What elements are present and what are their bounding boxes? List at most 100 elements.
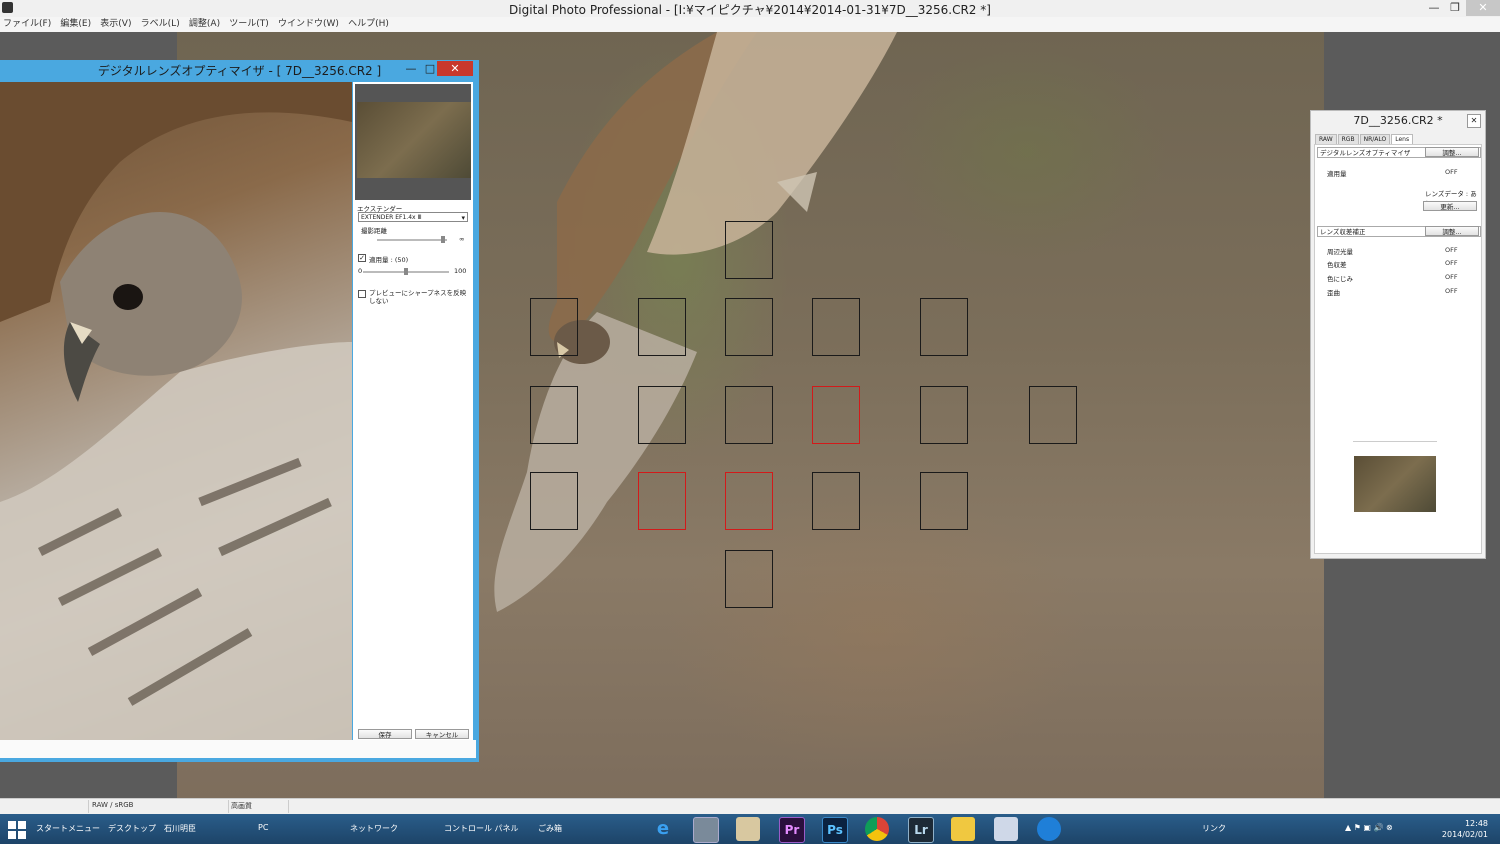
palette-close-button[interactable]: ✕ (1467, 114, 1481, 128)
dlo-adjust-button[interactable]: 調整... (1425, 147, 1479, 157)
folder-icon[interactable] (951, 817, 975, 841)
zoom-preview[interactable] (0, 82, 352, 740)
distance-infinity: ∞ (459, 235, 465, 243)
sharpness-label: プレビューにシャープネスを反映しない (369, 289, 467, 305)
amount-label: 適用量 : (50) (369, 256, 409, 264)
af-point (725, 550, 773, 608)
af-point (725, 386, 773, 444)
dpp-icon[interactable] (693, 817, 719, 843)
af-point (920, 472, 968, 530)
color-blur-value: OFF (1445, 273, 1458, 281)
quality-status: 高画質 (231, 802, 252, 810)
palette-thumbnail[interactable] (1353, 441, 1437, 520)
af-point (920, 298, 968, 356)
aberration-section-title: レンズ収差補正 (1320, 228, 1366, 236)
status-bar: RAW / sRGB 高画質 (0, 798, 1500, 815)
af-point-active (638, 472, 686, 530)
desktop-link[interactable]: デスクトップ (108, 823, 156, 834)
amount-row-label: 適用量 (1327, 170, 1347, 178)
windows-logo-icon[interactable] (8, 821, 26, 839)
lightroom-icon[interactable]: Lr (908, 817, 934, 843)
cancel-button[interactable]: キャンセル (415, 729, 469, 739)
menu-tools[interactable]: ツール(T) (226, 17, 272, 31)
af-point (725, 221, 773, 279)
dialog-statusbar (0, 740, 476, 758)
user-folder-link[interactable]: 石川明臣 (164, 823, 196, 834)
amount-slider-handle[interactable] (404, 268, 408, 275)
af-point-active (725, 472, 773, 530)
distortion-value: OFF (1445, 287, 1458, 295)
tray-icons[interactable]: ▲ ⚑ ▣ 🔊 ⊗ (1345, 823, 1393, 832)
af-point (530, 386, 578, 444)
paint-icon[interactable] (994, 817, 1018, 841)
window-titlebar: Digital Photo Professional - [I:¥マイピクチャ¥… (0, 0, 1500, 18)
photoshop-icon[interactable]: Ps (822, 817, 848, 843)
af-point (638, 298, 686, 356)
explorer-icon[interactable] (736, 817, 760, 841)
lens-optimizer-dialog: デジタルレンズオプティマイザ - [ 7D__3256.CR2 ] — □ ✕ … (0, 60, 479, 762)
control-panel-link[interactable]: コントロール パネル (444, 823, 519, 834)
menu-help[interactable]: ヘルプ(H) (345, 17, 392, 31)
minimize-button[interactable]: — (1423, 0, 1445, 16)
trash-link[interactable]: ごみ箱 (538, 823, 562, 834)
chrome-icon[interactable] (865, 817, 889, 841)
network-link[interactable]: ネットワーク (350, 823, 398, 834)
save-button[interactable]: 保存 (358, 729, 412, 739)
maximize-button[interactable]: ❐ (1444, 0, 1466, 16)
ie-icon[interactable]: e (651, 817, 675, 841)
menu-view[interactable]: 表示(V) (97, 17, 134, 31)
af-point (812, 472, 860, 530)
amount-max: 100 (454, 267, 467, 275)
close-button[interactable]: ✕ (1466, 0, 1500, 16)
chevron-down-icon: ▾ (461, 214, 465, 222)
af-point-active (812, 386, 860, 444)
dialog-close-button[interactable]: ✕ (437, 61, 473, 76)
color-space-status: RAW / sRGB (92, 801, 134, 809)
af-point (530, 472, 578, 530)
af-point (530, 298, 578, 356)
sharpness-checkbox[interactable] (358, 290, 366, 298)
extender-select[interactable]: EXTENDER EF1.4x Ⅲ ▾ (358, 212, 468, 222)
status-divider (288, 800, 289, 813)
chromatic-aberration-value: OFF (1445, 259, 1458, 267)
links-toolbar[interactable]: リンク (1202, 823, 1226, 834)
dialog-sidebar: エクステンダー EXTENDER EF1.4x Ⅲ ▾ 撮影距離 ∞ ✓ 適用量… (353, 82, 473, 740)
chromatic-aberration-label: 色収差 (1327, 261, 1347, 269)
af-point (812, 298, 860, 356)
premiere-icon[interactable]: Pr (779, 817, 805, 843)
navigator-thumbnail[interactable] (355, 84, 471, 200)
peripheral-illumination-label: 周辺光量 (1327, 248, 1353, 256)
start-menu-link[interactable]: スタートメニュー (36, 823, 100, 834)
palette-tabs: RAW RGB NR/ALO Lens (1315, 133, 1414, 145)
amount-row-value: OFF (1445, 168, 1458, 176)
peripheral-illumination-value: OFF (1445, 246, 1458, 254)
menu-label[interactable]: ラベル(L) (138, 17, 183, 31)
color-blur-label: 色にじみ (1327, 275, 1353, 283)
palette-title: 7D__3256.CR2 * (1353, 114, 1443, 127)
amount-checkbox[interactable]: ✓ (358, 254, 366, 262)
dlo-section-title: デジタルレンズオプティマイザ (1320, 149, 1411, 157)
af-point (638, 386, 686, 444)
menu-window[interactable]: ウインドウ(W) (275, 17, 342, 31)
menu-adjust[interactable]: 調整(A) (186, 17, 223, 31)
status-divider (88, 800, 89, 813)
distance-slider-handle[interactable] (441, 236, 445, 243)
menu-file[interactable]: ファイル(F) (0, 17, 54, 31)
distance-label: 撮影距離 (361, 227, 387, 235)
distance-slider[interactable] (377, 239, 447, 241)
dialog-minimize-button[interactable]: — (401, 62, 421, 76)
menu-bar: ファイル(F) 編集(E) 表示(V) ラベル(L) 調整(A) ツール(T) … (0, 17, 1500, 33)
pc-link[interactable]: PC (258, 823, 268, 832)
update-button[interactable]: 更新... (1423, 201, 1477, 211)
clock-date: 2014/02/01 (1441, 830, 1488, 839)
aberration-adjust-button[interactable]: 調整... (1425, 226, 1479, 236)
af-point (1029, 386, 1077, 444)
amount-min: 0 (358, 267, 363, 275)
system-clock[interactable]: 12:48 2014/02/01 (1442, 818, 1488, 840)
live-messenger-icon[interactable] (1037, 817, 1061, 841)
af-point (725, 298, 773, 356)
clock-time: 12:48 (1464, 819, 1488, 828)
extender-selected-value: EXTENDER EF1.4x Ⅲ (361, 214, 422, 221)
menu-edit[interactable]: 編集(E) (57, 17, 94, 31)
bird-closeup-image (0, 82, 352, 740)
